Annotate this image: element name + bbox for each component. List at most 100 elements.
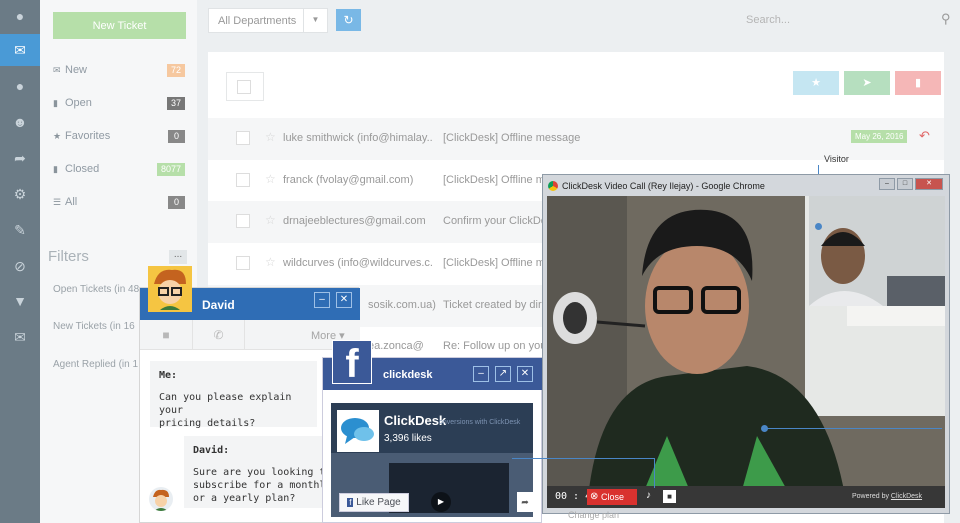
envelope-icon[interactable]: ✉ [0, 34, 40, 66]
folder-label: Closed [65, 163, 100, 175]
folder-open[interactable]: ▮ Open 37 [53, 95, 185, 111]
gear-icon[interactable]: ⚙ [0, 178, 40, 210]
row-checkbox[interactable] [236, 214, 250, 228]
video-camera-icon[interactable]: ■ [663, 490, 676, 503]
trash-icon: ▮ [914, 77, 922, 89]
folder-label: All [65, 196, 78, 208]
user-icon[interactable]: ☻ [0, 106, 40, 138]
row-checkbox[interactable] [236, 173, 250, 187]
folder-label: Open [65, 97, 92, 109]
chat-bubble-icon[interactable]: ● [0, 0, 40, 32]
chevron-down-icon[interactable]: ▼ [303, 9, 327, 32]
folder-new[interactable]: ✉ New 72 [53, 62, 185, 78]
facebook-page-title: ClickDesk [384, 413, 447, 428]
play-icon[interactable]: ▶ [431, 492, 451, 512]
select-all-checkbox[interactable] [226, 72, 264, 101]
visitor-label: Visitor [824, 154, 849, 164]
delete-button[interactable]: ▮ [895, 71, 941, 95]
folder-favorites[interactable]: ★ Favorites 0 [53, 128, 185, 144]
folder-count-badge: 0 [168, 195, 185, 209]
ticket-from: ea.zonca@ [368, 340, 424, 352]
ticket-from: franck (fvolay@gmail.com) [283, 174, 414, 186]
close-icon[interactable]: ✕ [517, 366, 533, 382]
window-title: ClickDesk Video Call (Rey Ilejay) - Goog… [562, 181, 765, 191]
folder-count-badge: 0 [168, 129, 185, 143]
like-page-button[interactable]: f Like Page [339, 493, 409, 512]
change-plan-hint: Change plan [568, 510, 620, 520]
chat-message: David: Sure are you looking to subscribe… [184, 436, 324, 508]
ticket-from: wildcurves (info@wildcurves.c... [283, 257, 433, 269]
refresh-button[interactable]: ↻ [336, 9, 361, 31]
star-icon: ★ [811, 77, 821, 89]
ticket-subject: [ClickDesk] Offline message [443, 132, 581, 144]
facebook-icon: f [347, 498, 354, 507]
share-icon[interactable]: ➦ [0, 142, 40, 174]
filters-more-button[interactable]: ... [169, 250, 187, 264]
maximize-icon[interactable]: □ [897, 178, 913, 190]
powered-link[interactable]: ClickDesk [891, 493, 922, 500]
facebook-logo-icon: f [332, 340, 372, 386]
facebook-likes: 3,396 likes [384, 433, 432, 444]
minimize-icon[interactable]: – [314, 292, 330, 308]
close-icon[interactable]: ✕ [915, 178, 943, 190]
clickdesk-logo-icon [337, 410, 379, 452]
wand-icon[interactable]: ✎ [0, 214, 40, 246]
reply-icon[interactable]: ↶ [919, 128, 930, 144]
filter-icon[interactable]: ▼ [0, 285, 40, 317]
chat-message: Me: Can you please explain your pricing … [150, 361, 317, 429]
star-icon[interactable]: ☆ [265, 213, 276, 227]
avatar [148, 266, 192, 312]
minimize-icon[interactable]: – [473, 366, 489, 382]
row-checkbox[interactable] [236, 131, 250, 145]
phone-icon[interactable]: ✆ [193, 320, 245, 350]
folder-count-badge: 72 [166, 63, 185, 77]
facebook-page-card[interactable]: ClickDesk 3,396 likes onversions with Cl… [331, 403, 533, 517]
chrome-icon [548, 181, 558, 191]
ticket-date: May 26, 2016 [851, 130, 908, 143]
ban-icon[interactable]: ⊘ [0, 250, 40, 282]
avatar [149, 487, 173, 511]
folder-closed[interactable]: ▮ Closed 8077 [53, 161, 185, 177]
star-icon[interactable]: ☆ [265, 130, 276, 144]
powered-by: Powered by ClickDesk [852, 493, 923, 500]
star-icon: ★ [53, 130, 62, 141]
video-call-window: ClickDesk Video Call (Rey Ilejay) - Goog… [542, 174, 950, 514]
send-button[interactable]: ➤ [844, 71, 890, 95]
share-icon[interactable]: ➦ [517, 492, 533, 512]
search-input[interactable]: Search... [746, 14, 790, 26]
folder-all[interactable]: ☰ All 0 [53, 194, 185, 210]
sidebar-rail: ● ✉ ● ☻ ➦ ⚙ ✎ ⊘ ▼ ✉ [0, 0, 40, 523]
expand-icon[interactable]: ↗ [495, 366, 511, 382]
globe-icon[interactable]: ● [0, 70, 40, 102]
folder-count-badge: 37 [166, 96, 185, 110]
facebook-widget: clickdesk – ↗ ✕ f ClickDesk 3,396 likes … [322, 340, 543, 523]
volume-icon[interactable]: ♪ [646, 490, 651, 501]
star-icon[interactable]: ☆ [265, 255, 276, 269]
comments-icon[interactable]: ✉ [0, 321, 40, 353]
star-icon[interactable]: ☆ [265, 172, 276, 186]
facebook-cover-text: onversions with ClickDesk [439, 419, 521, 426]
video-feed [547, 196, 945, 508]
minimize-icon[interactable]: – [879, 178, 895, 190]
chat-agent-name: David [202, 298, 235, 312]
close-call-button[interactable]: Close [587, 489, 637, 505]
filters-heading: Filters [48, 248, 89, 265]
new-ticket-button[interactable]: New Ticket [53, 12, 186, 39]
close-icon[interactable]: ✕ [336, 292, 352, 308]
video-camera-icon[interactable]: ■ [140, 320, 193, 350]
folder-label: Favorites [65, 130, 111, 142]
row-checkbox[interactable] [236, 256, 250, 270]
refresh-icon: ↻ [343, 13, 354, 27]
search-icon[interactable]: ⚲ [941, 11, 951, 27]
paper-plane-icon: ➤ [862, 77, 872, 89]
ticket-from: drnajeeblectures@gmail.com [283, 215, 426, 227]
folder-open-icon: ▮ [53, 97, 58, 108]
chat-toolbar: ■ ✆ More ▾ [140, 320, 360, 350]
video-controls: 00 : 44 Close ♪ ■ Powered by ClickDesk [547, 486, 945, 508]
favorite-button[interactable]: ★ [793, 71, 839, 95]
folder-label: New [65, 64, 88, 76]
list-icon: ☰ [53, 196, 62, 207]
folder-count-badge: 8077 [156, 162, 185, 176]
folder-icon: ▮ [53, 163, 58, 174]
ticket-from: sosik.com.ua) [368, 299, 436, 311]
